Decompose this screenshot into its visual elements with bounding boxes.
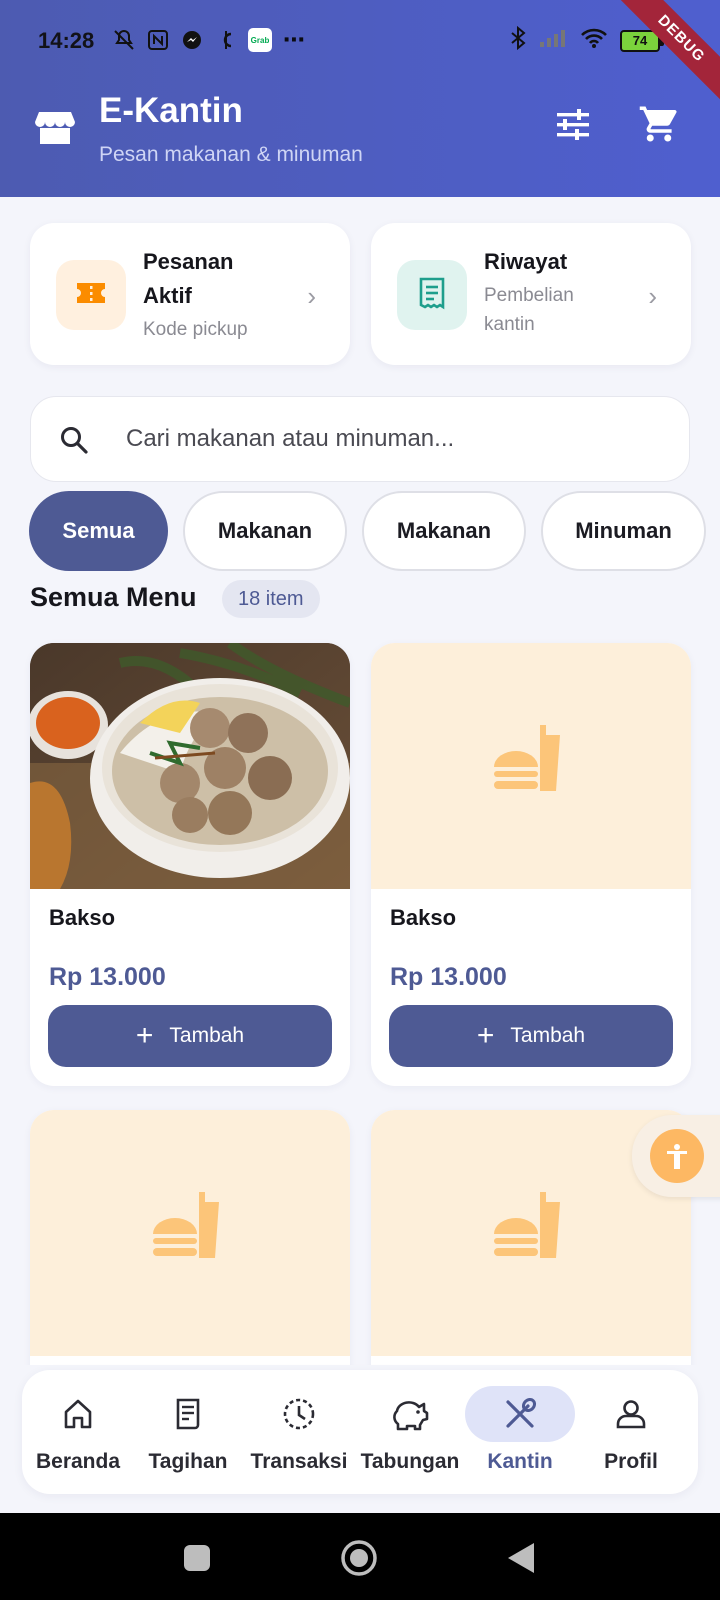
- chip-food[interactable]: Makanan: [183, 491, 347, 571]
- nfc-icon: [146, 28, 170, 52]
- card-subtitle: Kode pickup: [143, 319, 248, 340]
- receipt-icon-box: [397, 260, 467, 330]
- messenger-icon: [180, 28, 204, 52]
- back-button[interactable]: [506, 1541, 536, 1580]
- home-button[interactable]: [340, 1539, 378, 1582]
- filter-button[interactable]: [551, 104, 595, 148]
- nav-label: Profil: [604, 1450, 658, 1473]
- plus-icon: +: [476, 1019, 495, 1052]
- card-subtitle-line1: Pembelian: [484, 285, 574, 306]
- receipt-icon: [415, 276, 449, 315]
- filter-icon: [555, 106, 591, 147]
- fastfood-icon: [490, 1190, 572, 1277]
- active-orders-card[interactable]: Pesanan Aktif Kode pickup ›: [30, 223, 350, 365]
- product-placeholder-image: [30, 1110, 350, 1356]
- nav-item-home[interactable]: Beranda: [22, 1370, 134, 1494]
- add-to-cart-button[interactable]: + Tambah: [389, 1005, 673, 1067]
- bill-icon: [133, 1386, 243, 1442]
- card-title: Riwayat: [484, 249, 568, 274]
- product-card[interactable]: Bakso Rp 13.000 + Tambah: [30, 643, 350, 1086]
- product-placeholder-image: [371, 643, 691, 889]
- fastfood-icon: [490, 723, 572, 810]
- status-bar: 14:28 Grab ⋯ 74: [0, 22, 720, 62]
- chevron-right-icon: ›: [307, 281, 316, 311]
- bottom-navigation: Beranda Tagihan Transaksi Tabungan Kanti…: [22, 1370, 698, 1494]
- grab-icon: Grab: [248, 28, 272, 52]
- product-price: Rp 13.000: [49, 963, 166, 991]
- product-card[interactable]: Bakso Rp 13.000 + Tambah: [371, 643, 691, 1086]
- status-system-icons: 74: [510, 25, 664, 55]
- store-icon: [34, 106, 76, 148]
- system-navigation-bar: [0, 1513, 720, 1600]
- product-price: Rp 13.000: [390, 963, 507, 991]
- search-icon: [59, 425, 89, 455]
- nav-item-bills[interactable]: Tagihan: [132, 1370, 244, 1494]
- chip-drinks[interactable]: Minuman: [541, 491, 706, 571]
- bluetooth-icon: [510, 25, 526, 55]
- page-subtitle: Pesan makanan & minuman: [99, 143, 363, 166]
- status-time: 14:28: [38, 28, 95, 53]
- accessibility-icon: [650, 1129, 704, 1183]
- home-icon: [23, 1386, 133, 1442]
- status-notification-icons: Grab ⋯: [112, 27, 306, 52]
- nav-label: Kantin: [487, 1450, 553, 1473]
- signal-icon: [538, 27, 568, 54]
- chip-all[interactable]: Semua: [29, 491, 168, 571]
- ticket-icon-box: [56, 260, 126, 330]
- recent-apps-button[interactable]: [182, 1543, 212, 1578]
- utensils-icon: [465, 1386, 575, 1442]
- chip-food-2[interactable]: Makanan: [362, 491, 526, 571]
- person-icon: [576, 1386, 686, 1442]
- nav-label: Beranda: [35, 1450, 121, 1473]
- mute-icon: [112, 28, 136, 52]
- cart-icon: [638, 103, 680, 150]
- wifi-icon: [580, 27, 608, 54]
- card-subtitle-line2: kantin: [484, 314, 535, 335]
- accessibility-floating-button[interactable]: [632, 1115, 720, 1197]
- nav-item-transactions[interactable]: Transaksi: [243, 1370, 355, 1494]
- nav-label: Tabungan: [360, 1450, 460, 1473]
- card-title-line1: Pesanan: [143, 249, 234, 274]
- history-icon: [244, 1386, 354, 1442]
- add-button-label: Tambah: [169, 1024, 245, 1047]
- chevron-right-icon: ›: [648, 281, 657, 311]
- fastfood-icon: [149, 1190, 231, 1277]
- page-title: E-Kantin: [99, 91, 243, 130]
- nav-label: Transaksi: [250, 1450, 348, 1473]
- app-notification-icon: [214, 28, 238, 52]
- product-name: Bakso: [49, 905, 116, 930]
- app-header: 14:28 Grab ⋯ 74 DEBUG E-Kantin Pesan mak…: [0, 0, 720, 197]
- plus-icon: +: [135, 1019, 154, 1052]
- add-button-label: Tambah: [510, 1024, 586, 1047]
- item-count-badge: 18 item: [222, 580, 320, 618]
- product-name: Bakso: [390, 905, 457, 930]
- section-title: Semua Menu: [30, 582, 197, 612]
- nav-label: Tagihan: [148, 1450, 228, 1473]
- piggy-bank-icon: [355, 1386, 465, 1442]
- product-photo: [30, 643, 350, 889]
- cart-button[interactable]: [637, 104, 681, 148]
- purchase-history-card[interactable]: Riwayat Pembelian kantin ›: [371, 223, 691, 365]
- nav-item-savings[interactable]: Tabungan: [354, 1370, 466, 1494]
- search-input[interactable]: [126, 419, 646, 459]
- nav-item-canteen[interactable]: Kantin: [464, 1370, 576, 1494]
- ticket-icon: [74, 276, 108, 315]
- search-bar[interactable]: [30, 396, 690, 482]
- more-notifications-icon: ⋯: [283, 27, 305, 52]
- add-to-cart-button[interactable]: + Tambah: [48, 1005, 332, 1067]
- nav-item-profile[interactable]: Profil: [575, 1370, 687, 1494]
- card-title-line2: Aktif: [143, 283, 192, 308]
